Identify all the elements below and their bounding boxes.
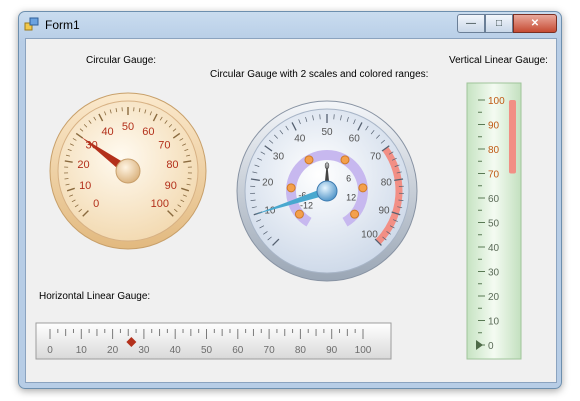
circular-gauge-2-label: Circular Gauge with 2 scales and colored… (210, 69, 429, 80)
outer-scale-label: 100 (361, 229, 378, 240)
horizontal-gauge-body (35, 322, 392, 360)
scale-label: 90 (488, 121, 500, 132)
vertical-linear-gauge: 1009080706050403020100 (466, 82, 522, 360)
app-window: Form1 — □ ✕ Circular Gauge: Circular Gau… (18, 11, 562, 389)
inner-scale-marker (294, 209, 304, 219)
inner-scale-marker (340, 155, 350, 165)
circular-gauge-label: Circular Gauge: (86, 55, 157, 66)
scale-label: 60 (488, 194, 500, 205)
scale-label: 80 (488, 145, 500, 156)
scale-label: 100 (355, 345, 372, 356)
close-button[interactable]: ✕ (513, 14, 557, 33)
outer-scale-label: 30 (273, 152, 285, 163)
scale-label: 60 (232, 345, 244, 356)
scale-label: 0 (488, 341, 494, 352)
scale-tick (64, 178, 69, 180)
scale-label: 0 (47, 345, 53, 356)
app-icon (24, 17, 39, 31)
scale-label: 50 (488, 219, 500, 230)
scale-label: 80 (166, 159, 178, 171)
scale-label: 40 (488, 243, 500, 254)
scale-label: 100 (488, 96, 505, 107)
outer-scale-label: 70 (370, 152, 382, 163)
scale-label: 30 (138, 345, 150, 356)
inner-scale-marker (358, 183, 368, 193)
scale-label: 100 (151, 198, 169, 210)
scale-label: 10 (488, 317, 500, 328)
scale-tick (187, 178, 192, 180)
outer-scale-label: 80 (381, 178, 393, 189)
scale-label: 50 (122, 121, 134, 133)
scale-label: 20 (107, 345, 119, 356)
window-title: Form1 (45, 18, 80, 32)
scale-label: 40 (170, 345, 182, 356)
needle-cap (115, 158, 141, 184)
outer-scale-label: 90 (379, 206, 391, 217)
scale-label: 90 (326, 345, 338, 356)
circular-gauge: 0102030405060708090100 (49, 92, 207, 250)
inner-scale-marker (286, 183, 296, 193)
colored-range (509, 100, 516, 174)
inner-scale-label: -12 (300, 200, 313, 210)
inner-scale-marker (350, 209, 360, 219)
scale-label: 0 (93, 198, 99, 210)
scale-label: 50 (201, 345, 213, 356)
scale-label: 20 (488, 292, 500, 303)
scale-label: 10 (76, 345, 88, 356)
scale-label: 70 (488, 170, 500, 181)
scale-label: 70 (264, 345, 276, 356)
inner-scale-label: 12 (346, 192, 356, 202)
outer-scale-label: 60 (349, 134, 361, 145)
maximize-button[interactable]: □ (485, 14, 513, 33)
title-bar[interactable]: Form1 — □ ✕ (19, 12, 561, 38)
scale-label: 90 (165, 180, 177, 192)
scale-label: 10 (79, 180, 91, 192)
inner-scale-marker (304, 155, 314, 165)
scale-label: 80 (295, 345, 307, 356)
scale-label: 60 (142, 126, 154, 138)
minimize-button[interactable]: — (457, 14, 485, 33)
outer-scale-label: 40 (294, 134, 306, 145)
maximize-icon: □ (495, 18, 503, 29)
circular-gauge-two-scales: 102030405060708090100-6-120612 (236, 100, 418, 282)
outer-scale-label: 50 (321, 127, 333, 138)
horizontal-gauge-label: Horizontal Linear Gauge: (39, 291, 151, 302)
close-icon: ✕ (530, 18, 540, 29)
minimize-icon: — (466, 18, 476, 29)
form-client-area: Circular Gauge: Circular Gauge with 2 sc… (25, 38, 557, 383)
scale-label: 30 (488, 268, 500, 279)
scale-label: 20 (77, 159, 89, 171)
scale-label: 40 (101, 126, 113, 138)
horizontal-linear-gauge: 0 10 20 30 40 50 60 70 80 90 100 (35, 322, 392, 360)
scale-label: 70 (158, 140, 170, 152)
outer-scale-label: 20 (262, 178, 274, 189)
needle-cap (316, 180, 338, 202)
inner-scale-label: 6 (346, 174, 351, 184)
vertical-gauge-label: Vertical Linear Gauge: (449, 55, 548, 66)
